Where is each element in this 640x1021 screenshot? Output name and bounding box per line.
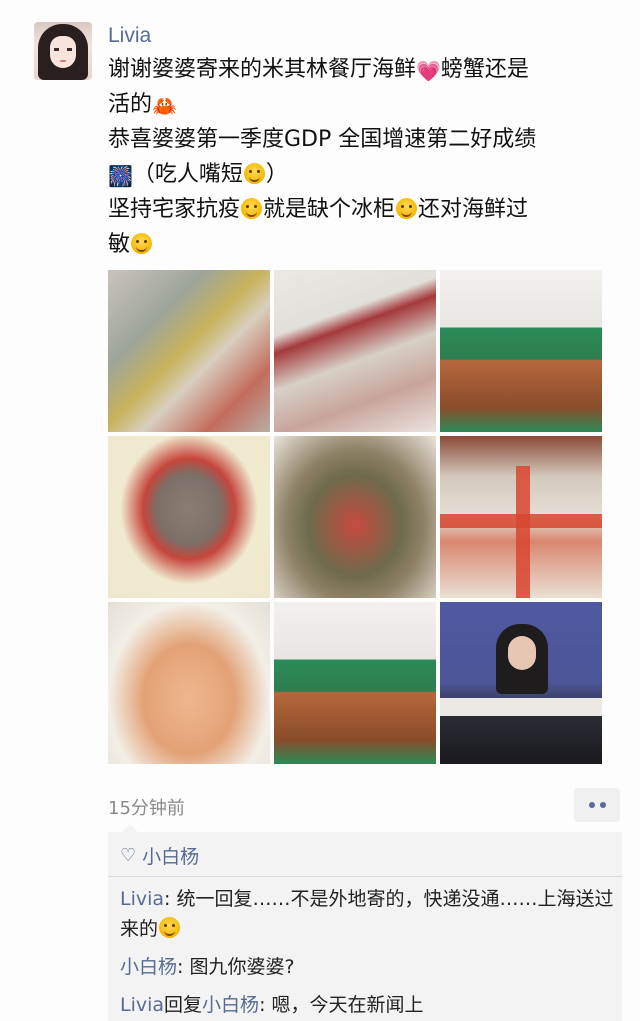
photo-crab-single[interactable] [108, 436, 270, 598]
text-span: 谢谢婆婆寄来的米其林餐厅海鲜 [108, 57, 417, 82]
text-span: 坚持宅家抗疫 [108, 197, 241, 222]
comment-text: 嗯，今天在新闻上 [271, 994, 424, 1016]
comment-author[interactable]: Livia [120, 888, 164, 910]
photo-crabs-group[interactable] [274, 436, 436, 598]
post-line-1: 谢谢婆婆寄来的米其林餐厅海鲜💗螃蟹还是 [108, 52, 618, 87]
comment-reply-word: 回复 [164, 994, 203, 1016]
comment-author[interactable]: Livia [120, 994, 164, 1016]
heart-emoji-icon: 💗 [416, 59, 441, 83]
post-line-5: 坚持宅家抗疫 就是缺个冰柜 还对海鲜过 [108, 192, 618, 227]
text-span: 螃蟹还是 [440, 57, 529, 82]
comment-item[interactable]: Livia: 统一回复……不是外地寄的，快递没通……上海送过来的 [120, 884, 614, 944]
likes-row: ♡ 小白杨 [120, 842, 199, 869]
more-button[interactable] [574, 788, 620, 822]
photo-shrimp[interactable] [108, 602, 270, 764]
text-span: ） [265, 162, 288, 187]
text-span: （吃人嘴短 [132, 162, 243, 187]
comment-item[interactable]: Livia回复小白杨: 嗯，今天在新闻上 [120, 990, 614, 1020]
post-username[interactable]: Livia [108, 24, 151, 48]
text-span: 就是缺个冰柜 [263, 197, 396, 222]
divider [108, 876, 622, 877]
photo-milk-and-coffee[interactable] [440, 270, 602, 432]
comment-text: 统一回复……不是外地寄的，快递没通……上海送过来的 [120, 888, 614, 940]
grin-emoji-icon [159, 917, 181, 938]
comment-author[interactable]: 小白杨 [120, 956, 177, 978]
post-text: 谢谢婆婆寄来的米其林餐厅海鲜💗螃蟹还是 活的🦀 恭喜婆婆第一季度GDP 全国增速… [108, 52, 618, 262]
more-dots-icon [599, 802, 606, 808]
avatar-eyes [54, 48, 72, 51]
comment-sep: : [259, 994, 272, 1016]
smile-emoji-icon [241, 198, 263, 219]
comment-item[interactable]: 小白杨: 图九你婆婆? [120, 952, 614, 982]
avatar[interactable] [34, 22, 92, 80]
comment-sep: : [164, 888, 177, 910]
speaker-face [508, 636, 536, 670]
more-dots-icon [588, 802, 595, 808]
photo-fish[interactable] [108, 270, 270, 432]
photo-grid [108, 270, 602, 764]
avatar-lips [60, 60, 66, 62]
comment-text: 图九你婆婆? [189, 956, 295, 978]
post-line-4: 🎆（吃人嘴短 ） [108, 157, 618, 192]
text-span: 活的 [108, 92, 153, 117]
post-line-2: 活的🦀 [108, 87, 618, 122]
text-span: 敏 [108, 232, 131, 257]
text-span: 还对海鲜过 [418, 197, 529, 222]
post-timestamp: 15分钟前 [108, 798, 185, 819]
grin-emoji-icon [396, 198, 418, 219]
heart-outline-icon: ♡ [120, 845, 137, 866]
podium-desk [440, 698, 602, 716]
post-line-6: 敏 [108, 227, 618, 262]
comment-sep: : [177, 956, 190, 978]
comment-reply-to[interactable]: 小白杨 [202, 994, 259, 1016]
likes-user[interactable]: 小白杨 [142, 842, 199, 869]
text-span: 恭喜婆婆第一季度GDP 全国增速第二好成绩 [108, 127, 537, 152]
laughing-emoji-icon [131, 233, 153, 254]
photo-boxed-package[interactable] [440, 436, 602, 598]
fireworks-emoji-icon: 🎆 [108, 164, 133, 188]
package-tape [516, 466, 530, 598]
avatar-face [50, 36, 76, 68]
laughing-emoji-icon [243, 163, 265, 184]
post-line-3: 恭喜婆婆第一季度GDP 全国增速第二好成绩 [108, 122, 618, 157]
comments-panel: ♡ 小白杨 Livia: 统一回复……不是外地寄的，快递没通……上海送过来的 小… [108, 824, 622, 1021]
photo-meat-and-fish[interactable] [274, 270, 436, 432]
photo-milk-and-coffee-2[interactable] [274, 602, 436, 764]
photo-news-conference[interactable] [440, 602, 602, 764]
crab-emoji-icon: 🦀 [152, 94, 177, 118]
